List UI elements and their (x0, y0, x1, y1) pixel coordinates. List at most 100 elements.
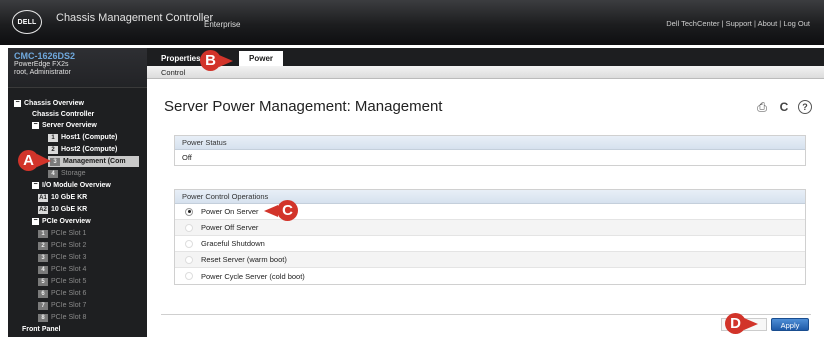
apply-button[interactable]: Apply (771, 318, 809, 331)
power-status-value: Off (182, 153, 192, 162)
tab-bar: Properties Power (147, 48, 824, 66)
power-status-heading: Power Status (175, 136, 805, 150)
slot-number: A1 (38, 193, 48, 202)
slot-number: A2 (38, 205, 48, 214)
dell-techcenter-link[interactable]: Dell TechCenter (666, 19, 719, 28)
callout-c: C (277, 200, 298, 221)
collapse-icon[interactable]: − (14, 99, 21, 107)
option-label: Graceful Shutdown (201, 239, 265, 248)
tree-label: 10 GbE KR (51, 194, 88, 201)
option-power-off[interactable]: Power Off Server (175, 220, 805, 236)
refresh-icon[interactable]: C (776, 100, 792, 115)
collapse-icon[interactable]: − (32, 217, 39, 225)
slot-number: 2 (38, 241, 48, 250)
callout-a: A (18, 150, 39, 171)
tree-label: Host1 (Compute) (61, 134, 118, 141)
tree-pcie-slot-2[interactable]: 2 PCIe Slot 2 (38, 240, 86, 251)
tree-pcie-overview[interactable]: − PCIe Overview (32, 216, 91, 227)
callout-b-pointer (219, 55, 233, 67)
support-link[interactable]: Support (726, 19, 752, 28)
tree-label: Management (Com (63, 158, 126, 165)
radio-button[interactable] (185, 239, 193, 248)
tree-label: PCIe Slot 2 (51, 242, 87, 249)
tree-label: Storage (61, 170, 86, 177)
tree-label: PCIe Slot 8 (51, 314, 87, 321)
power-operations-panel: Power Control Operations Power On Server… (174, 189, 806, 285)
slot-number: 1 (38, 229, 48, 238)
tree-chassis-controller[interactable]: Chassis Controller (32, 109, 94, 120)
callout-d: D (725, 313, 746, 334)
slot-number: 5 (38, 277, 48, 286)
sidebar-header: CMC-1626DS2 PowerEdge FX2s root, Adminis… (8, 48, 147, 88)
option-label: Power Cycle Server (cold boot) (201, 271, 305, 281)
about-link[interactable]: About (758, 19, 778, 28)
slot-number: 3 (50, 157, 60, 166)
collapse-icon[interactable]: − (32, 121, 39, 129)
tree-label: Chassis Overview (24, 100, 84, 107)
logout-link[interactable]: Log Out (783, 19, 810, 28)
tree-server-overview[interactable]: − Server Overview (32, 120, 97, 131)
option-reset-server[interactable]: Reset Server (warm boot) (175, 252, 805, 268)
tree-pcie-slot-4[interactable]: 4 PCIe Slot 4 (38, 264, 86, 275)
option-graceful-shutdown[interactable]: Graceful Shutdown (175, 236, 805, 252)
slot-number: 7 (38, 301, 48, 310)
slot-number: 8 (38, 313, 48, 322)
option-power-cycle[interactable]: Power Cycle Server (cold boot) (175, 268, 805, 284)
tree-pcie-slot-5[interactable]: 5 PCIe Slot 5 (38, 276, 86, 287)
tree-pcie-slot-8[interactable]: 8 PCIe Slot 8 (38, 312, 86, 323)
tree-pcie-slot-7[interactable]: 7 PCIe Slot 7 (38, 300, 86, 311)
radio-button[interactable] (185, 255, 193, 264)
app-edition: Enterprise (204, 20, 241, 29)
slot-number: 3 (38, 253, 48, 262)
tree-front-panel[interactable]: Front Panel (22, 324, 61, 335)
printer-icon[interactable]: ⎙ (754, 100, 770, 115)
tree-label: PCIe Slot 1 (51, 230, 87, 237)
app-title: Chassis Management Controller (56, 12, 214, 24)
divider (161, 314, 811, 315)
tree-label: I/O Module Overview (42, 182, 111, 189)
tree-chassis-overview[interactable]: − Chassis Overview (14, 98, 84, 109)
logged-user: root, Administrator (14, 69, 71, 76)
dell-logo: DELL (12, 10, 42, 34)
callout-a-pointer (37, 154, 51, 167)
tree-label: Chassis Controller (32, 111, 95, 118)
subtab-control[interactable]: Control (161, 68, 185, 77)
help-icon[interactable]: ? (798, 100, 812, 114)
tree-label: Host2 (Compute) (61, 146, 118, 153)
tree-io-overview[interactable]: − I/O Module Overview (32, 180, 111, 191)
radio-button[interactable] (185, 223, 193, 232)
subtab-bar: Control (147, 66, 824, 79)
tree-label: PCIe Slot 3 (51, 254, 87, 261)
tree-io-a1[interactable]: A1 10 GbE KR (38, 192, 87, 203)
callout-d-pointer (744, 318, 758, 330)
tree-server-2[interactable]: 2 Host2 (Compute) (48, 144, 117, 155)
tree-label: Server Overview (42, 122, 97, 129)
top-links: Dell TechCenter | Support | About | Log … (666, 19, 810, 28)
tree-server-1[interactable]: 1 Host1 (Compute) (48, 132, 117, 143)
option-label: Reset Server (warm boot) (201, 255, 287, 264)
host-name: CMC-1626DS2 (14, 51, 76, 61)
sidebar: CMC-1626DS2 PowerEdge FX2s root, Adminis… (8, 48, 147, 337)
page-toolbar: ⎙ C ? (754, 100, 812, 115)
slot-number: 1 (48, 133, 58, 142)
option-label: Power On Server (201, 207, 259, 216)
callout-c-pointer (264, 205, 278, 217)
tree-label: PCIe Slot 7 (51, 302, 87, 309)
slot-number: 6 (38, 289, 48, 298)
radio-button[interactable] (185, 272, 193, 280)
slot-number: 2 (48, 145, 58, 154)
tree-pcie-slot-6[interactable]: 6 PCIe Slot 6 (38, 288, 86, 299)
option-label: Power Off Server (201, 223, 259, 232)
tree-label: PCIe Overview (42, 218, 91, 225)
top-bar: DELL Chassis Management Controller Enter… (0, 0, 824, 45)
tree-io-a2[interactable]: A2 10 GbE KR (38, 204, 87, 215)
tab-power[interactable]: Power (239, 51, 284, 66)
host-model: PowerEdge FX2s (14, 61, 69, 68)
tree-pcie-slot-1[interactable]: 1 PCIe Slot 1 (38, 228, 86, 239)
tree-pcie-slot-3[interactable]: 3 PCIe Slot 3 (38, 252, 86, 263)
tree-server-4[interactable]: 4 Storage (48, 168, 86, 179)
tree-server-3-selected[interactable]: 3 Management (Com (48, 156, 139, 167)
radio-button[interactable] (185, 207, 193, 216)
collapse-icon[interactable]: − (32, 181, 39, 189)
tree-label: PCIe Slot 6 (51, 290, 87, 297)
